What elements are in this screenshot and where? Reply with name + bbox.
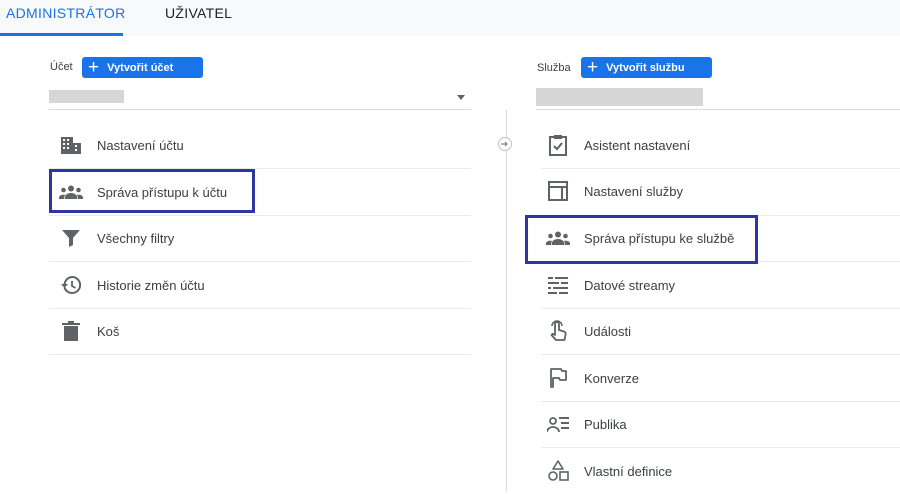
plus-icon: + [587,57,599,78]
create-property-label: Vytvořit službu [606,61,685,74]
property-item-label: Publika [584,416,627,432]
property-item-access[interactable]: Správa přístupu ke službě [546,215,734,261]
property-item-label: Nastavení služby [584,183,683,199]
building-icon [59,133,83,157]
tab-user[interactable]: UŽIVATEL [165,0,232,36]
arrow-right-icon [498,137,512,151]
tab-bar: ADMINISTRÁTOR UŽIVATEL [0,0,900,36]
property-item-label: Datové streamy [584,277,676,293]
flag-icon [546,366,570,390]
tab-administrator[interactable]: ADMINISTRÁTOR [6,0,126,36]
account-item-label: Nastavení účtu [97,137,184,153]
property-item-custom-definitions[interactable]: Vlastní definice [546,448,672,494]
column-divider [506,110,507,491]
layout-icon [546,179,570,203]
property-item-setup-assistant[interactable]: Asistent nastavení [546,122,690,168]
property-item-audiences[interactable]: Publika [546,401,627,447]
checklist-icon [546,133,570,157]
property-selector-value [536,88,703,106]
property-item-label: Události [584,323,631,339]
streams-icon [546,273,570,297]
create-property-button[interactable]: + Vytvořit službu [581,57,712,78]
account-selector-value [49,90,124,103]
account-item-label: Historie změn účtu [97,277,205,293]
account-item-label: Všechny filtry [97,230,175,246]
property-label: Služba [537,62,571,74]
account-item-label: Koš [97,323,120,339]
property-item-label: Vlastní definice [584,463,673,479]
property-item-settings[interactable]: Nastavení služby [546,168,683,214]
account-label: Účet [50,61,73,73]
account-item-trash[interactable]: Koš [59,308,119,354]
property-item-label: Správa přístupu ke službě [584,230,735,246]
create-account-label: Vytvořit účet [107,61,174,74]
property-item-conversions[interactable]: Konverze [546,355,639,401]
divider [49,354,471,355]
create-account-button[interactable]: + Vytvořit účet [82,57,203,78]
account-item-history[interactable]: Historie změn účtu [59,262,205,308]
property-item-label: Asistent nastavení [584,137,691,153]
property-item-label: Konverze [584,370,639,386]
trash-icon [59,319,83,343]
property-selector-underline [536,109,900,110]
plus-icon: + [88,57,100,78]
audience-icon [546,412,570,436]
account-item-settings[interactable]: Nastavení účtu [59,122,184,168]
history-icon [59,273,83,297]
account-dropdown-caret-icon[interactable] [457,95,465,100]
active-tab-indicator [0,33,123,36]
account-item-label: Správa přístupu k účtu [97,184,228,200]
shapes-icon [546,459,570,483]
touch-icon [546,319,570,343]
account-item-access[interactable]: Správa přístupu k účtu [59,169,227,215]
filter-icon [59,226,83,250]
people-icon [59,180,83,204]
property-item-events[interactable]: Události [546,308,631,354]
account-item-filters[interactable]: Všechny filtry [59,215,174,261]
property-item-data-streams[interactable]: Datové streamy [546,262,675,308]
people-icon [546,226,570,250]
account-selector-underline [49,109,471,110]
